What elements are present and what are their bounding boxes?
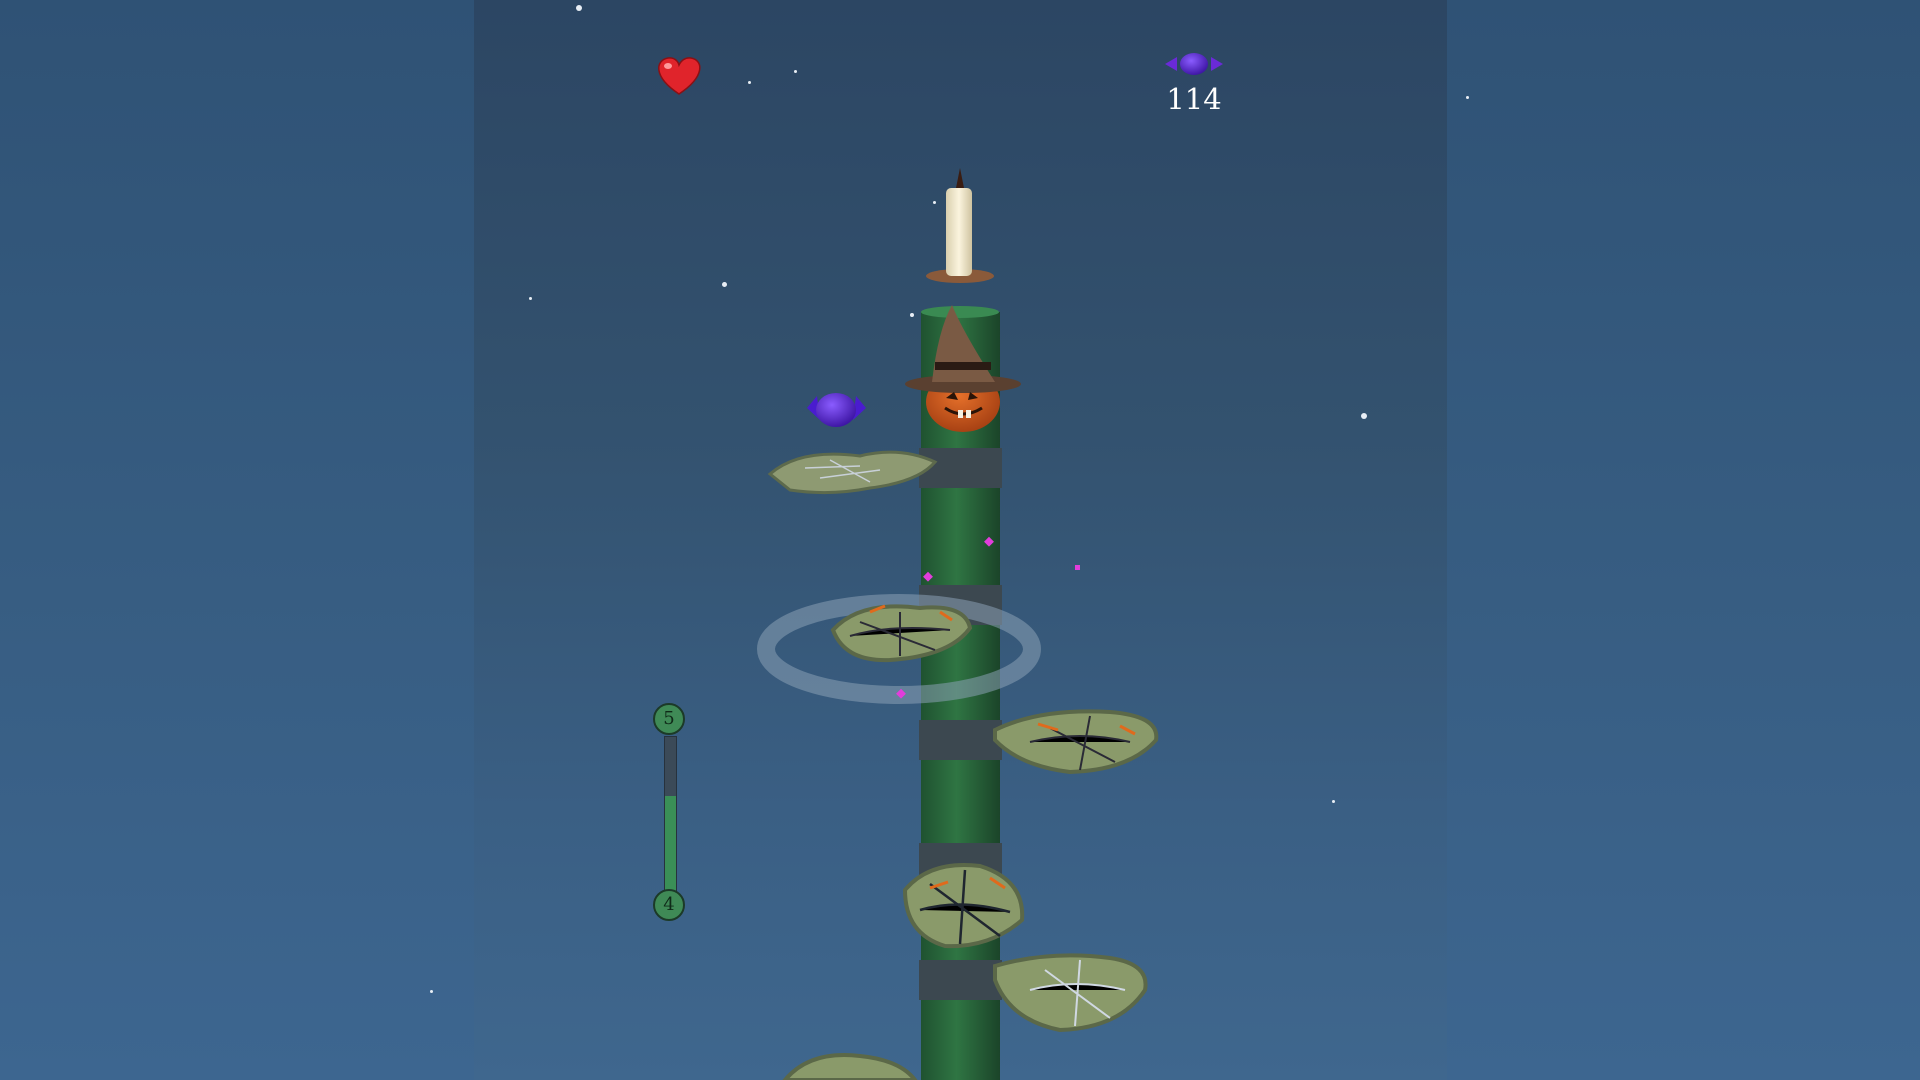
- sparkle: [1075, 565, 1080, 570]
- wrapped-candy-icon: [1165, 53, 1223, 75]
- level-progress-bar: [664, 736, 677, 892]
- game-scene: [658, 53, 1223, 1080]
- tower-band: [919, 720, 1002, 760]
- web-platform: [993, 953, 1148, 1033]
- web-platform: [782, 1053, 918, 1080]
- current-level-badge: 4: [653, 889, 685, 921]
- candle: [926, 168, 994, 283]
- web-platform: [767, 450, 938, 495]
- tower-band: [919, 448, 1002, 488]
- heart-icon: [658, 57, 701, 95]
- next-level-badge: 5: [653, 703, 685, 735]
- candy-counter: 114: [1166, 82, 1222, 116]
- web-platform: [902, 863, 1025, 949]
- tower-band: [919, 960, 1002, 1000]
- web-platform: [993, 709, 1159, 775]
- level-progress-fill: [665, 795, 676, 891]
- candy-pickup: [807, 393, 866, 427]
